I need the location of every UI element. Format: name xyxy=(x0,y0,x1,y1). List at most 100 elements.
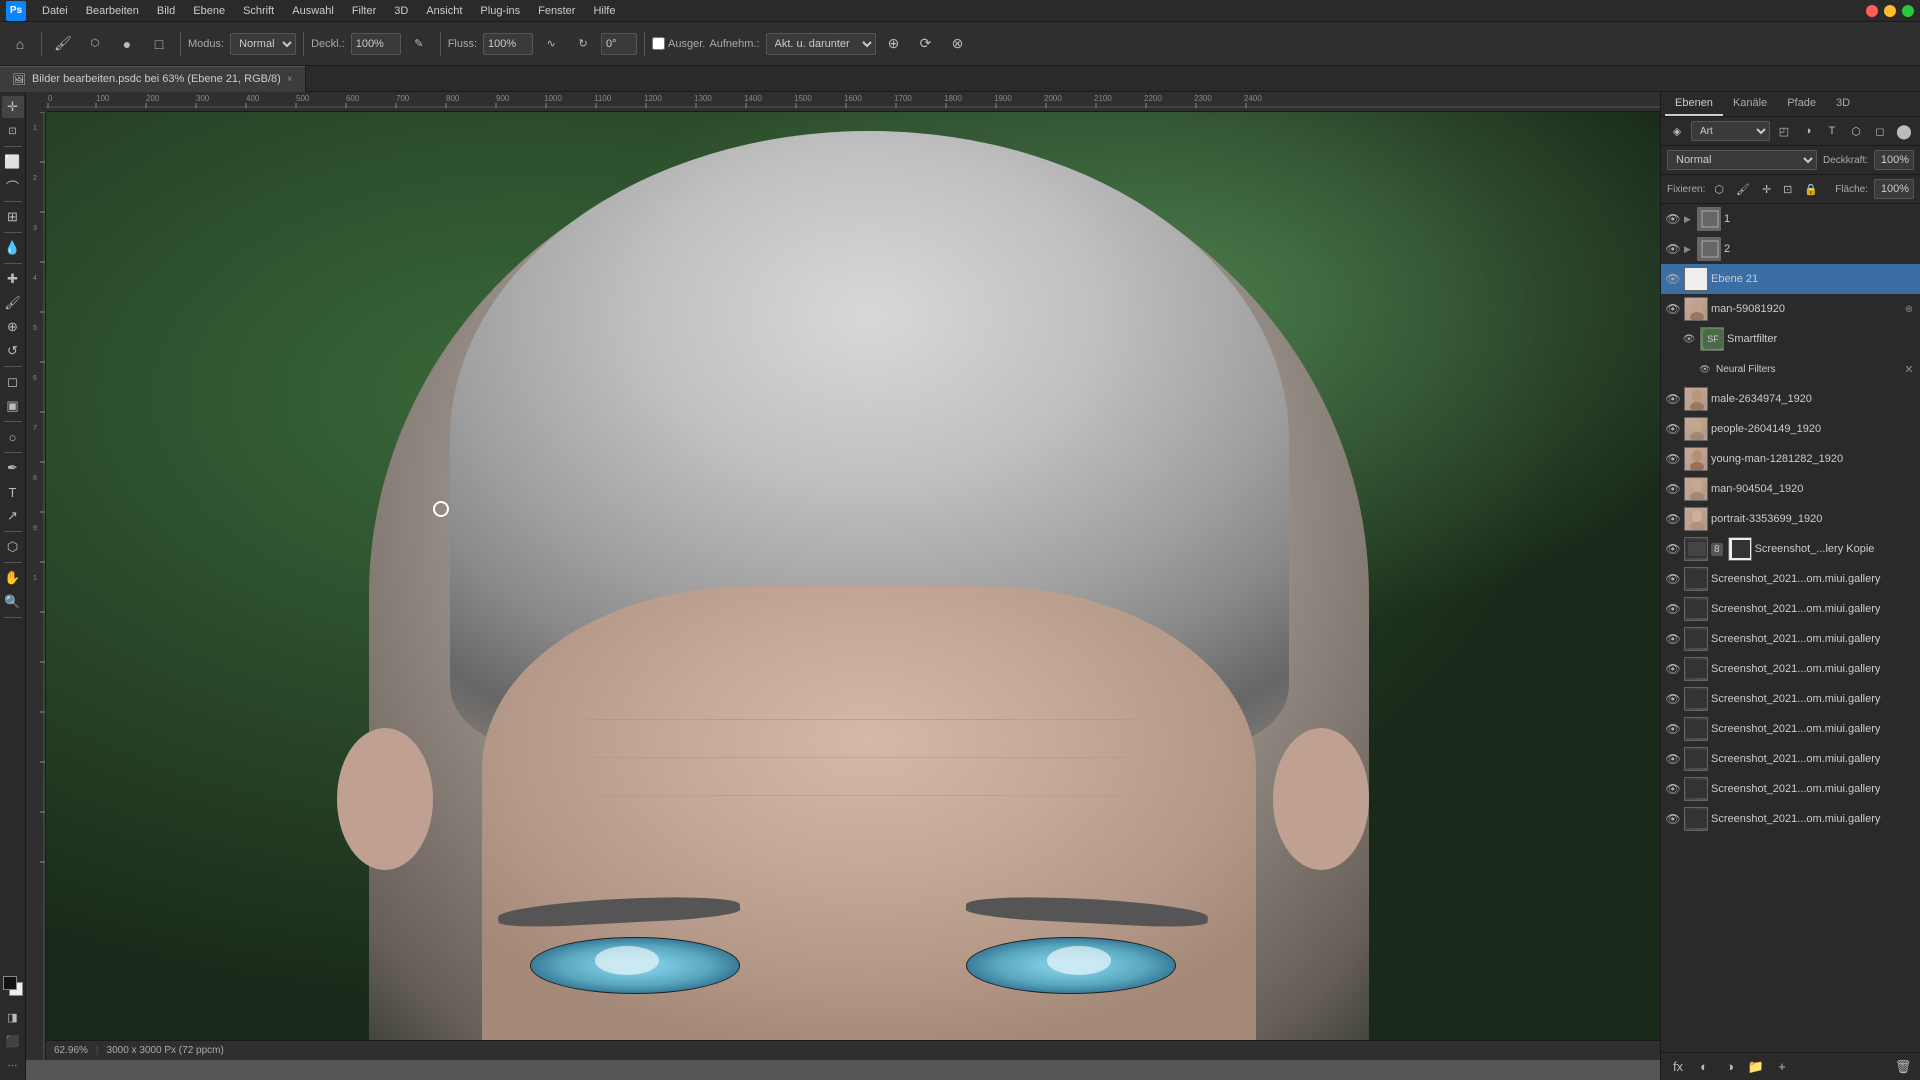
brush-preset-button[interactable]: ● xyxy=(113,30,141,58)
stamp-tool[interactable]: ⊕ xyxy=(2,316,24,338)
deckung-input[interactable] xyxy=(351,33,401,55)
window-close-button[interactable] xyxy=(1866,5,1878,17)
tab-3d[interactable]: 3D xyxy=(1826,92,1860,116)
layer-visibility-toggle[interactable]: 👁 xyxy=(1665,421,1681,437)
menu-ansicht[interactable]: Ansicht xyxy=(418,3,470,19)
document-tab[interactable]: 🖼 Bilder bearbeiten.psdc bei 63% (Ebene … xyxy=(0,66,306,92)
list-item[interactable]: 👁 Screenshot_2021...om.miui.gallery xyxy=(1661,654,1920,684)
deckung-adjust-button[interactable]: ✎ xyxy=(405,30,433,58)
doc-tab-close[interactable]: × xyxy=(287,74,293,85)
color-swatch-wrap[interactable] xyxy=(3,976,23,996)
layer-visibility-toggle[interactable]: 👁 xyxy=(1665,721,1681,737)
filter-smart-button[interactable]: ◻ xyxy=(1870,121,1890,141)
canvas-content[interactable]: 62.96% | 3000 x 3000 Px (72 ppcm) xyxy=(46,112,1660,1060)
brush-tool[interactable]: 🖌 xyxy=(2,292,24,314)
eraser-tool[interactable]: ◻ xyxy=(2,371,24,393)
list-item[interactable]: 👁 Screenshot_2021...om.miui.gallery xyxy=(1661,594,1920,624)
filter-text-button[interactable]: T xyxy=(1822,121,1842,141)
layer-visibility-toggle[interactable]: 👁 xyxy=(1697,361,1713,377)
layer-visibility-toggle[interactable]: 👁 xyxy=(1681,331,1697,347)
text-tool[interactable]: T xyxy=(2,481,24,503)
artboard-tool[interactable]: ⊡ xyxy=(2,120,24,142)
list-item[interactable]: 👁 Screenshot_2021...om.miui.gallery xyxy=(1661,804,1920,834)
menu-ebene[interactable]: Ebene xyxy=(185,3,233,19)
crop-tool[interactable]: ⊞ xyxy=(2,206,24,228)
list-item[interactable]: 👁 SF Smartfilter xyxy=(1661,324,1920,354)
list-item[interactable]: 👁 Screenshot_2021...om.miui.gallery xyxy=(1661,744,1920,774)
history-brush[interactable]: ↺ xyxy=(2,340,24,362)
more-tools-button[interactable]: ··· xyxy=(2,1054,24,1076)
list-item[interactable]: 👁 man-904504_1920 xyxy=(1661,474,1920,504)
filter-adj-button[interactable]: ◑ xyxy=(1798,121,1818,141)
opacity-input[interactable] xyxy=(1874,150,1914,170)
lasso-tool[interactable]: ⌒ xyxy=(2,175,24,197)
fluss-input[interactable] xyxy=(483,33,533,55)
layer-visibility-toggle[interactable]: 👁 xyxy=(1665,271,1681,287)
blend-mode-select[interactable]: Normal xyxy=(1667,150,1817,170)
layer-visibility-toggle[interactable]: 👁 xyxy=(1665,661,1681,677)
eyedropper-tool[interactable]: 💧 xyxy=(2,237,24,259)
add-layer-button[interactable]: + xyxy=(1771,1056,1793,1078)
layer-visibility-toggle[interactable]: 👁 xyxy=(1665,631,1681,647)
layer-visibility-toggle[interactable]: 👁 xyxy=(1665,301,1681,317)
layer-visibility-toggle[interactable]: 👁 xyxy=(1665,541,1681,557)
list-item[interactable]: 👁 people-2604149_1920 xyxy=(1661,414,1920,444)
layer-visibility-toggle[interactable]: 👁 xyxy=(1665,481,1681,497)
lock-transparent-button[interactable]: ⬡ xyxy=(1711,182,1727,197)
list-item[interactable]: 👁 Screenshot_2021...om.miui.gallery xyxy=(1661,684,1920,714)
modus-select[interactable]: Normal xyxy=(230,33,296,55)
layer-visibility-toggle[interactable]: 👁 xyxy=(1665,211,1681,227)
airbrush-button[interactable]: ∿ xyxy=(537,30,565,58)
lock-position-button[interactable]: ✛ xyxy=(1759,182,1774,197)
list-item[interactable]: 👁 Ebene 21 xyxy=(1661,264,1920,294)
menu-datei[interactable]: Datei xyxy=(34,3,76,19)
menu-auswahl[interactable]: Auswahl xyxy=(284,3,342,19)
filter-shape-button[interactable]: ⬡ xyxy=(1846,121,1866,141)
gradient-tool[interactable]: ▣ xyxy=(2,395,24,417)
heal-tool[interactable]: ✚ xyxy=(2,268,24,290)
list-item[interactable]: 👁 8 Screenshot_...lery Kopie xyxy=(1661,534,1920,564)
lock-all-button[interactable]: 🔒 xyxy=(1801,182,1821,197)
list-item[interactable]: 👁 Screenshot_2021...om.miui.gallery xyxy=(1661,624,1920,654)
layer-visibility-toggle[interactable]: 👁 xyxy=(1665,241,1681,257)
screen-mode-button[interactable]: ⬛ xyxy=(2,1030,24,1052)
zoom-tool[interactable]: 🔍 xyxy=(2,591,24,613)
move-tool[interactable]: ✛ xyxy=(2,96,24,118)
menu-fenster[interactable]: Fenster xyxy=(530,3,583,19)
filter-type-select[interactable]: Art xyxy=(1691,121,1770,141)
list-item[interactable]: 👁 man-59081920 ⊕ xyxy=(1661,294,1920,324)
path-tool[interactable]: ↗ xyxy=(2,505,24,527)
list-item[interactable]: 👁 portrait-3353699_1920 xyxy=(1661,504,1920,534)
quick-mask-button[interactable]: ◨ xyxy=(2,1006,24,1028)
layer-visibility-toggle[interactable]: 👁 xyxy=(1665,811,1681,827)
ausger-checkbox[interactable] xyxy=(652,37,665,50)
foreground-color-swatch[interactable] xyxy=(3,976,17,990)
menu-hilfe[interactable]: Hilfe xyxy=(585,3,623,19)
smooth-button[interactable]: ⟳ xyxy=(912,30,940,58)
hand-tool[interactable]: ✋ xyxy=(2,567,24,589)
list-item[interactable]: 👁 young-man-1281282_1920 xyxy=(1661,444,1920,474)
filter-kind-button[interactable]: ◈ xyxy=(1667,121,1687,141)
filter-toggle-button[interactable]: ⬤ xyxy=(1894,121,1914,141)
window-maximize-button[interactable] xyxy=(1902,5,1914,17)
group-expand-arrow[interactable]: ▶ xyxy=(1684,214,1694,224)
layer-visibility-toggle[interactable]: 👁 xyxy=(1665,691,1681,707)
fill-input[interactable] xyxy=(1874,179,1914,199)
tool-options-button[interactable]: ⬡ xyxy=(81,30,109,58)
layer-visibility-toggle[interactable]: 👁 xyxy=(1665,751,1681,767)
aufnehm-select[interactable]: Akt. u. darunter xyxy=(766,33,876,55)
layer-visibility-toggle[interactable]: 👁 xyxy=(1665,451,1681,467)
tab-kanaele[interactable]: Kanäle xyxy=(1723,92,1777,116)
lock-pixels-button[interactable]: 🖌 xyxy=(1733,182,1753,197)
add-adjustment-button[interactable]: ◑ xyxy=(1719,1056,1741,1078)
pen-tool[interactable]: ✒ xyxy=(2,457,24,479)
delete-layer-button[interactable]: 🗑 xyxy=(1892,1056,1914,1078)
lock-artboard-button[interactable]: ⊡ xyxy=(1780,182,1795,197)
brush-tool-button[interactable]: 🖌 xyxy=(49,30,77,58)
layer-visibility-toggle[interactable]: 👁 xyxy=(1665,781,1681,797)
add-mask-button[interactable]: ◐ xyxy=(1693,1056,1715,1078)
tab-pfade[interactable]: Pfade xyxy=(1777,92,1826,116)
layer-visibility-toggle[interactable]: 👁 xyxy=(1665,391,1681,407)
menu-plugins[interactable]: Plug-ins xyxy=(472,3,528,19)
menu-filter[interactable]: Filter xyxy=(344,3,384,19)
